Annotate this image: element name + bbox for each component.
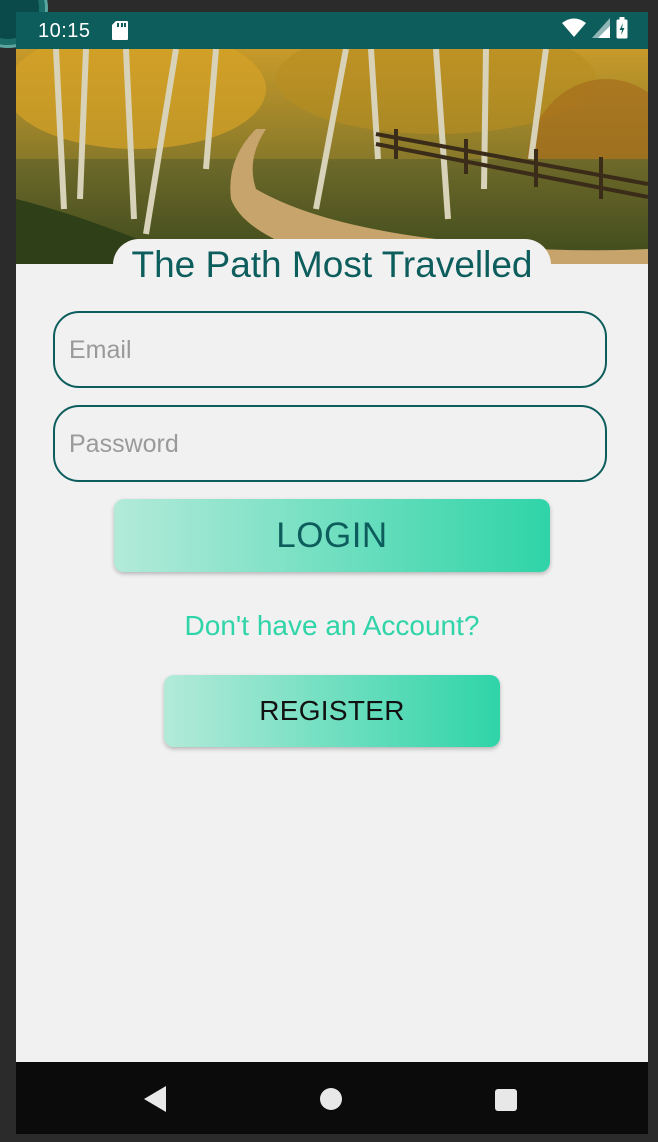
phone-screen: 10:15 The Path Most Travelled Email LOGI… bbox=[16, 12, 648, 1134]
register-button[interactable]: REGISTER bbox=[164, 675, 500, 747]
forest-path-banner-image bbox=[16, 49, 648, 264]
wifi-icon bbox=[562, 18, 586, 43]
password-field[interactable] bbox=[53, 405, 607, 482]
email-field[interactable] bbox=[53, 311, 607, 388]
no-account-text: Don't have an Account? bbox=[184, 610, 480, 641]
sd-card-icon bbox=[112, 21, 128, 40]
navigation-bar bbox=[16, 1062, 648, 1134]
register-button-label: REGISTER bbox=[259, 695, 405, 726]
battery-icon bbox=[616, 16, 628, 44]
app-title: The Path Most Travelled bbox=[113, 239, 551, 291]
login-button-label: LOGIN bbox=[276, 515, 388, 555]
recent-apps-icon[interactable] bbox=[495, 1089, 517, 1111]
login-button[interactable]: LOGIN bbox=[114, 499, 550, 572]
home-icon[interactable] bbox=[320, 1088, 342, 1110]
email-input[interactable] bbox=[67, 313, 591, 388]
cell-signal-icon bbox=[592, 17, 610, 43]
status-bar: 10:15 bbox=[16, 12, 648, 49]
password-input[interactable] bbox=[67, 407, 591, 482]
status-icons bbox=[562, 16, 628, 44]
back-icon[interactable] bbox=[144, 1086, 166, 1117]
status-time: 10:15 bbox=[38, 20, 91, 42]
